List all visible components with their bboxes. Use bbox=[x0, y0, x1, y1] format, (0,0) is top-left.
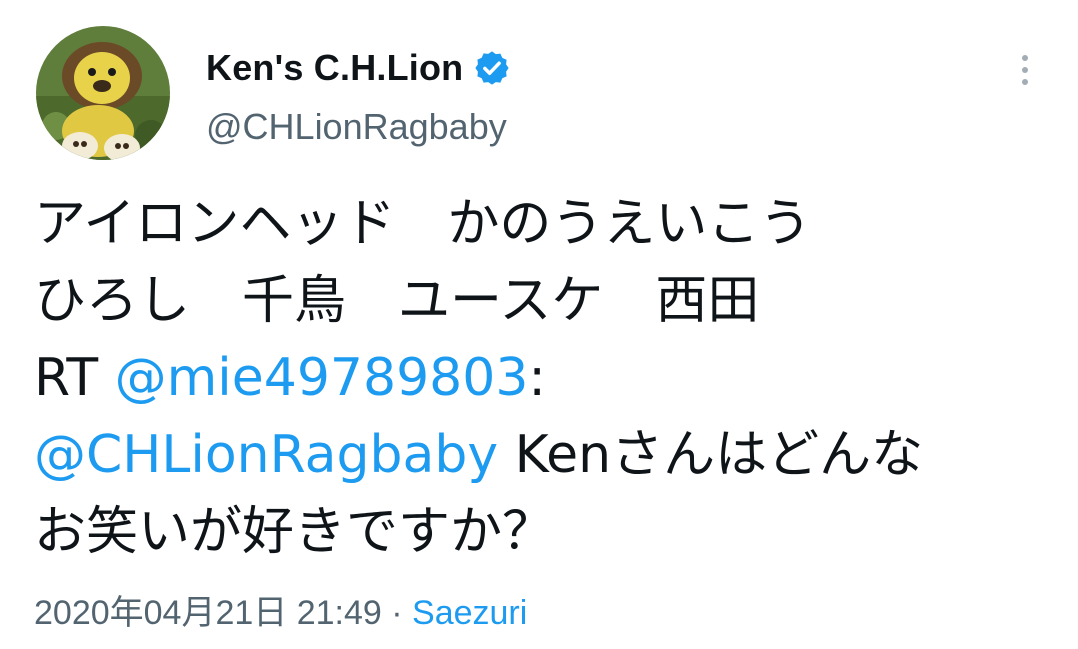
author-display-name[interactable]: Ken's C.H.Lion bbox=[206, 47, 463, 89]
rt-colon: : bbox=[528, 348, 546, 408]
author-handle[interactable]: @CHLionRagbaby bbox=[206, 106, 507, 148]
tweet-text: アイロンヘッド かのうえいこう ひろし 千鳥 ユースケ 西田 RT @mie49… bbox=[34, 186, 1034, 571]
more-vertical-icon bbox=[1022, 55, 1028, 61]
lion-plush-avatar-icon bbox=[36, 26, 170, 160]
tweet-line: ひろし 千鳥 ユースケ 西田 bbox=[34, 271, 760, 331]
tweet-line: アイロンヘッド かのうえいこう bbox=[34, 194, 812, 254]
author-name-row[interactable]: Ken's C.H.Lion bbox=[206, 44, 511, 92]
tweet-line: @CHLionRagbaby Kenさんはどんな bbox=[34, 417, 1034, 494]
tweet-line: お笑いが好きですか？ bbox=[34, 502, 555, 562]
tweet-line: RT @mie49789803: bbox=[34, 340, 1034, 417]
rt-mention-link[interactable]: @mie49789803 bbox=[115, 348, 529, 408]
tweet-meta: 2020年04月21日 21:49 · Saezuri bbox=[34, 585, 527, 634]
tweet-timestamp[interactable]: 2020年04月21日 21:49 bbox=[34, 594, 382, 632]
verified-badge-icon bbox=[473, 49, 511, 87]
rt-prefix: RT bbox=[34, 348, 115, 408]
meta-separator: · bbox=[381, 594, 413, 632]
reply-mention-link[interactable]: @CHLionRagbaby bbox=[34, 425, 498, 485]
tweet-source-link[interactable]: Saezuri bbox=[412, 594, 527, 632]
author-avatar[interactable] bbox=[36, 26, 170, 160]
more-options-button[interactable] bbox=[1010, 46, 1040, 94]
tweet-line-text: Kenさんはどんな bbox=[498, 425, 924, 485]
